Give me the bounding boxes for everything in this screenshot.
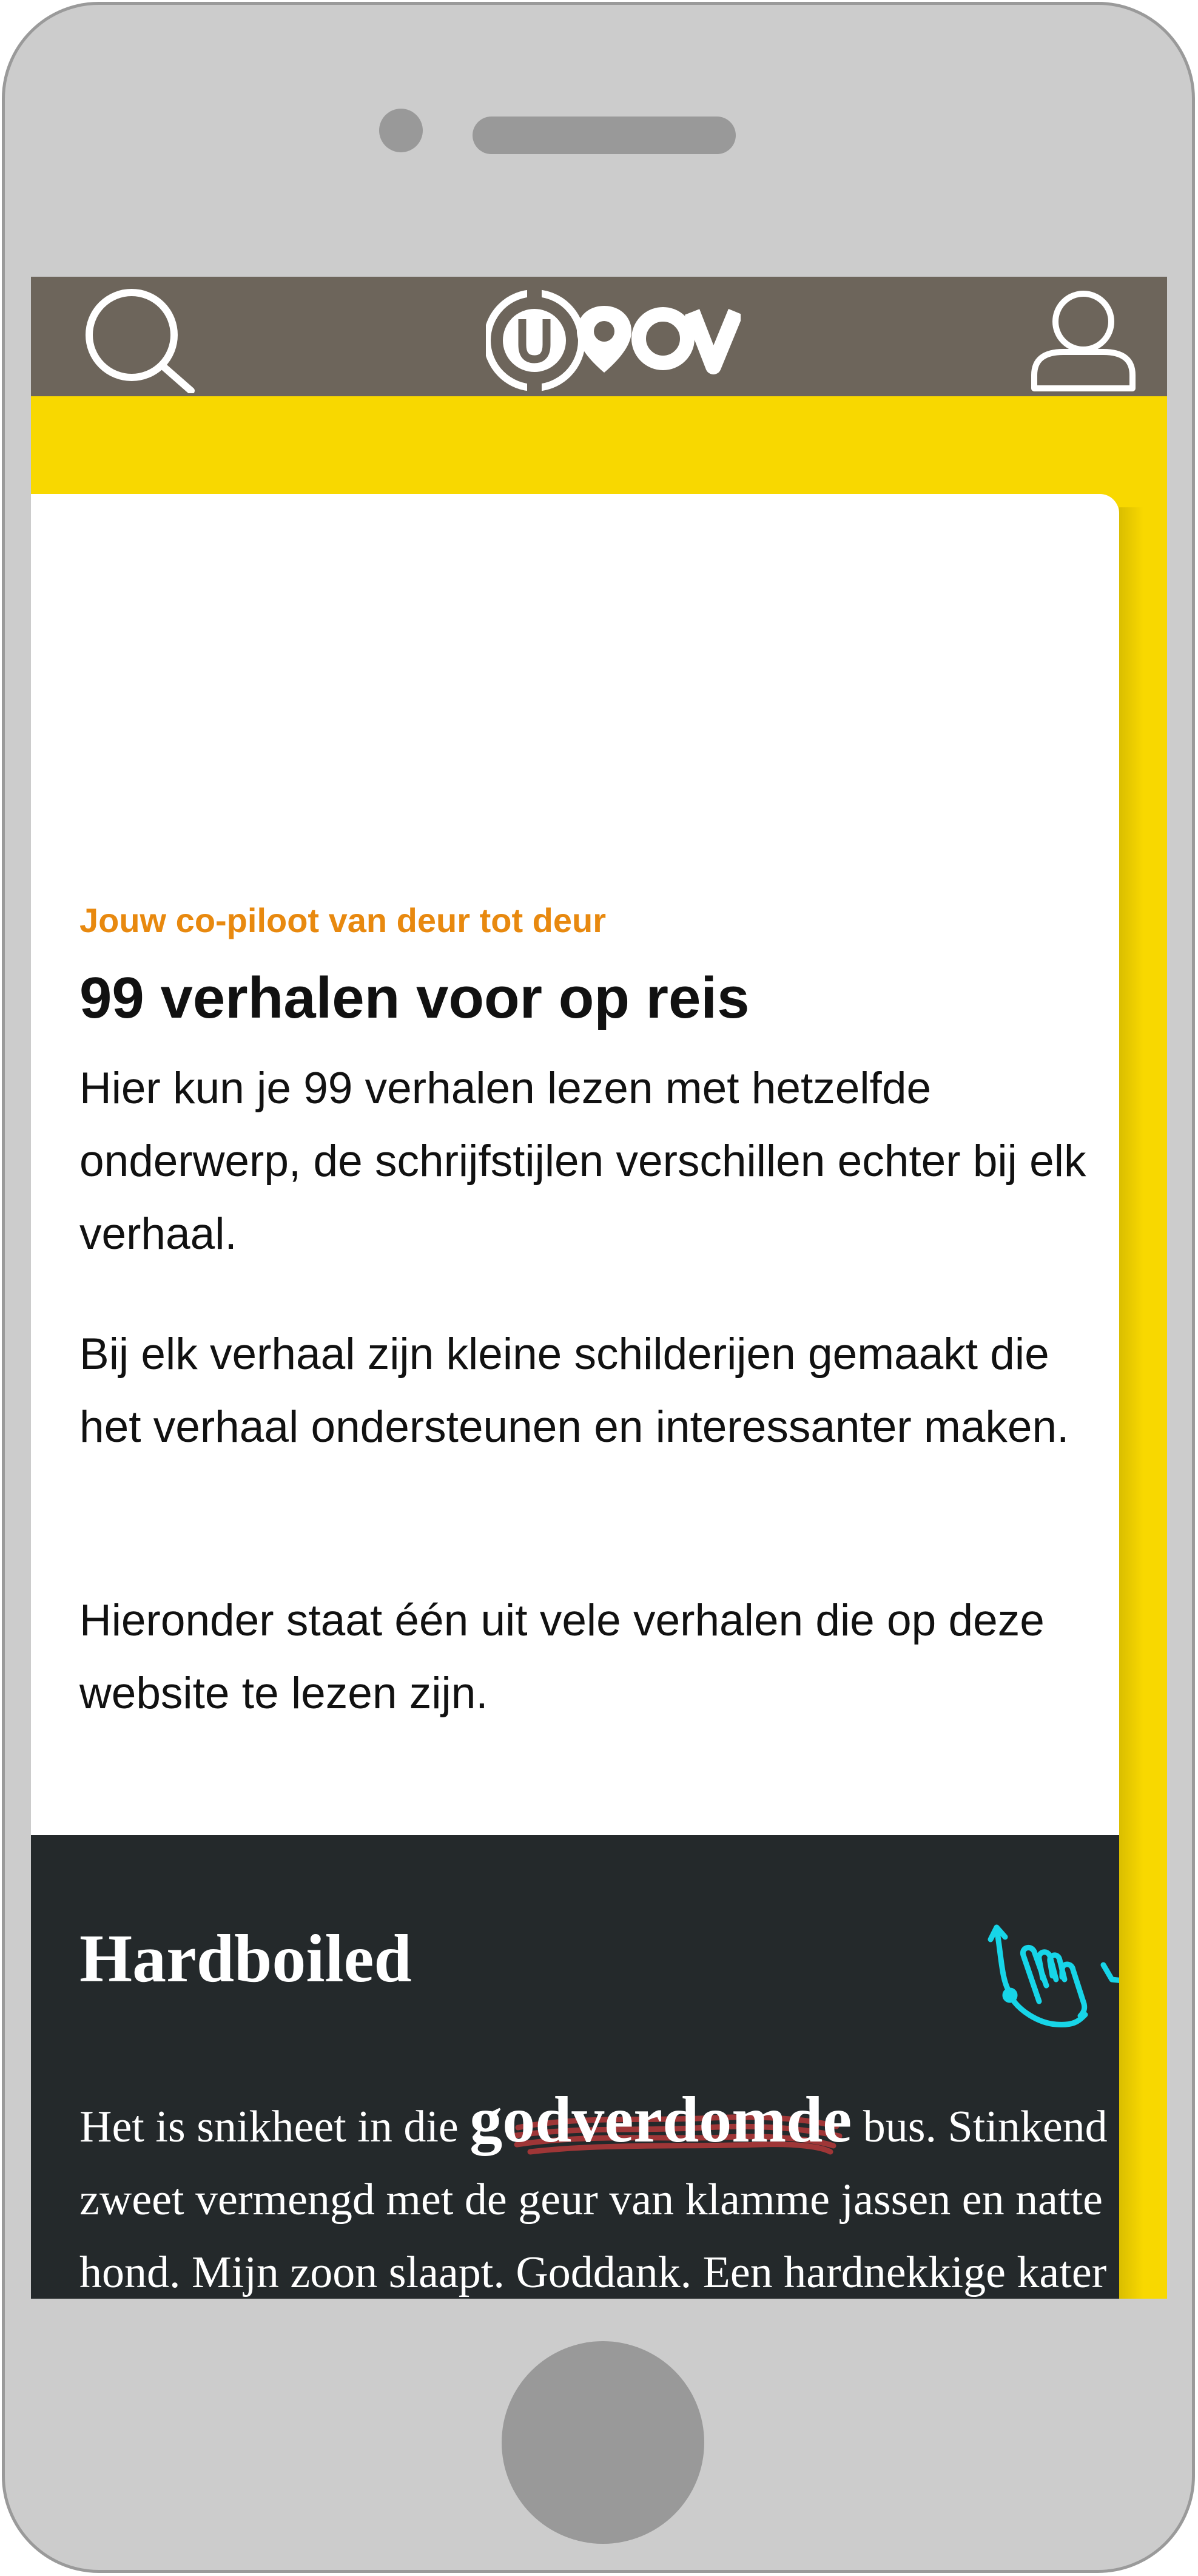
tap-hand-icon[interactable] [983, 1920, 1119, 2029]
card-shadow [1119, 507, 1143, 2299]
content-card: Jouw co-piloot van deur tot deur 99 verh… [31, 494, 1119, 2299]
phone-screen: Jouw co-piloot van deur tot deur 99 verh… [31, 277, 1167, 2299]
intro-paragraph: Hieronder staat één uit vele verhalen di… [79, 1596, 1045, 1718]
story-text-before: Het is snikheet in die [79, 2102, 470, 2152]
story-highlight-text: godverdomde [469, 2084, 852, 2156]
user-icon[interactable] [1026, 284, 1141, 393]
search-icon[interactable] [78, 284, 200, 393]
story-highlight-word[interactable]: godverdomde [469, 2088, 852, 2155]
app-header [31, 277, 1167, 396]
story-title: Hardboiled [79, 1921, 412, 1996]
intro-eyebrow: Jouw co-piloot van deur tot deur [79, 901, 606, 939]
intro-paragraph: Hier kun je 99 verhalen lezen met hetzel… [79, 1064, 1086, 1259]
page-title: 99 verhalen voor op reis [79, 965, 750, 1030]
front-camera [379, 109, 423, 152]
home-button[interactable] [502, 2341, 704, 2544]
story-section: Hardboiled Het is snikheet in die godver… [31, 1835, 1119, 2299]
earpiece-speaker [473, 117, 736, 154]
uov-logo[interactable] [486, 283, 741, 392]
intro-paragraph: Bij elk verhaal zijn kleine schilderijen… [79, 1330, 1069, 1452]
story-body: Het is snikheet in die godverdomde bus. … [79, 2088, 1111, 2299]
